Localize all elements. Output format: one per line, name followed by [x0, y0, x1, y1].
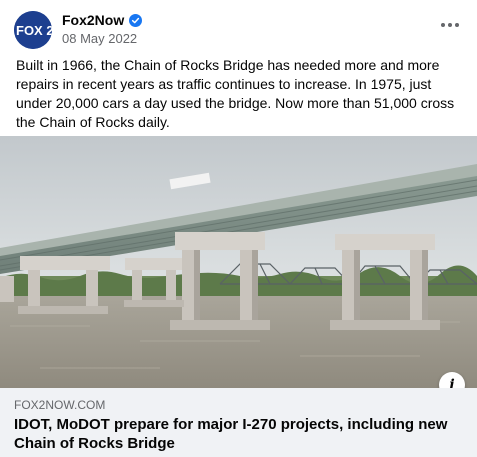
post-header: FOX 2 Fox2Now 08 May 2022 [0, 0, 477, 52]
link-preview-footer[interactable]: FOX2NOW.COM IDOT, MoDOT prepare for majo… [0, 388, 477, 457]
link-preview-image[interactable] [0, 136, 477, 388]
verified-badge-icon [129, 13, 143, 27]
avatar-logo-text: FOX 2 [16, 23, 52, 38]
facebook-post: FOX 2 Fox2Now 08 May 2022 Built in 1966,… [0, 0, 477, 457]
link-domain: FOX2NOW.COM [14, 398, 106, 412]
page-name-label[interactable]: Fox2Now [62, 12, 124, 28]
post-date[interactable]: 08 May 2022 [62, 31, 137, 46]
fox2-logo-icon: FOX 2 [14, 11, 52, 49]
more-options-button[interactable] [437, 14, 463, 36]
link-title[interactable]: IDOT, MoDOT prepare for major I-270 proj… [14, 415, 454, 453]
page-name[interactable]: Fox2Now [62, 12, 143, 28]
bridge-rendering-image [0, 136, 477, 388]
post-text: Built in 1966, the Chain of Rocks Bridge… [16, 57, 455, 130]
more-horizontal-icon [441, 23, 459, 27]
page-avatar[interactable]: FOX 2 [14, 11, 52, 49]
